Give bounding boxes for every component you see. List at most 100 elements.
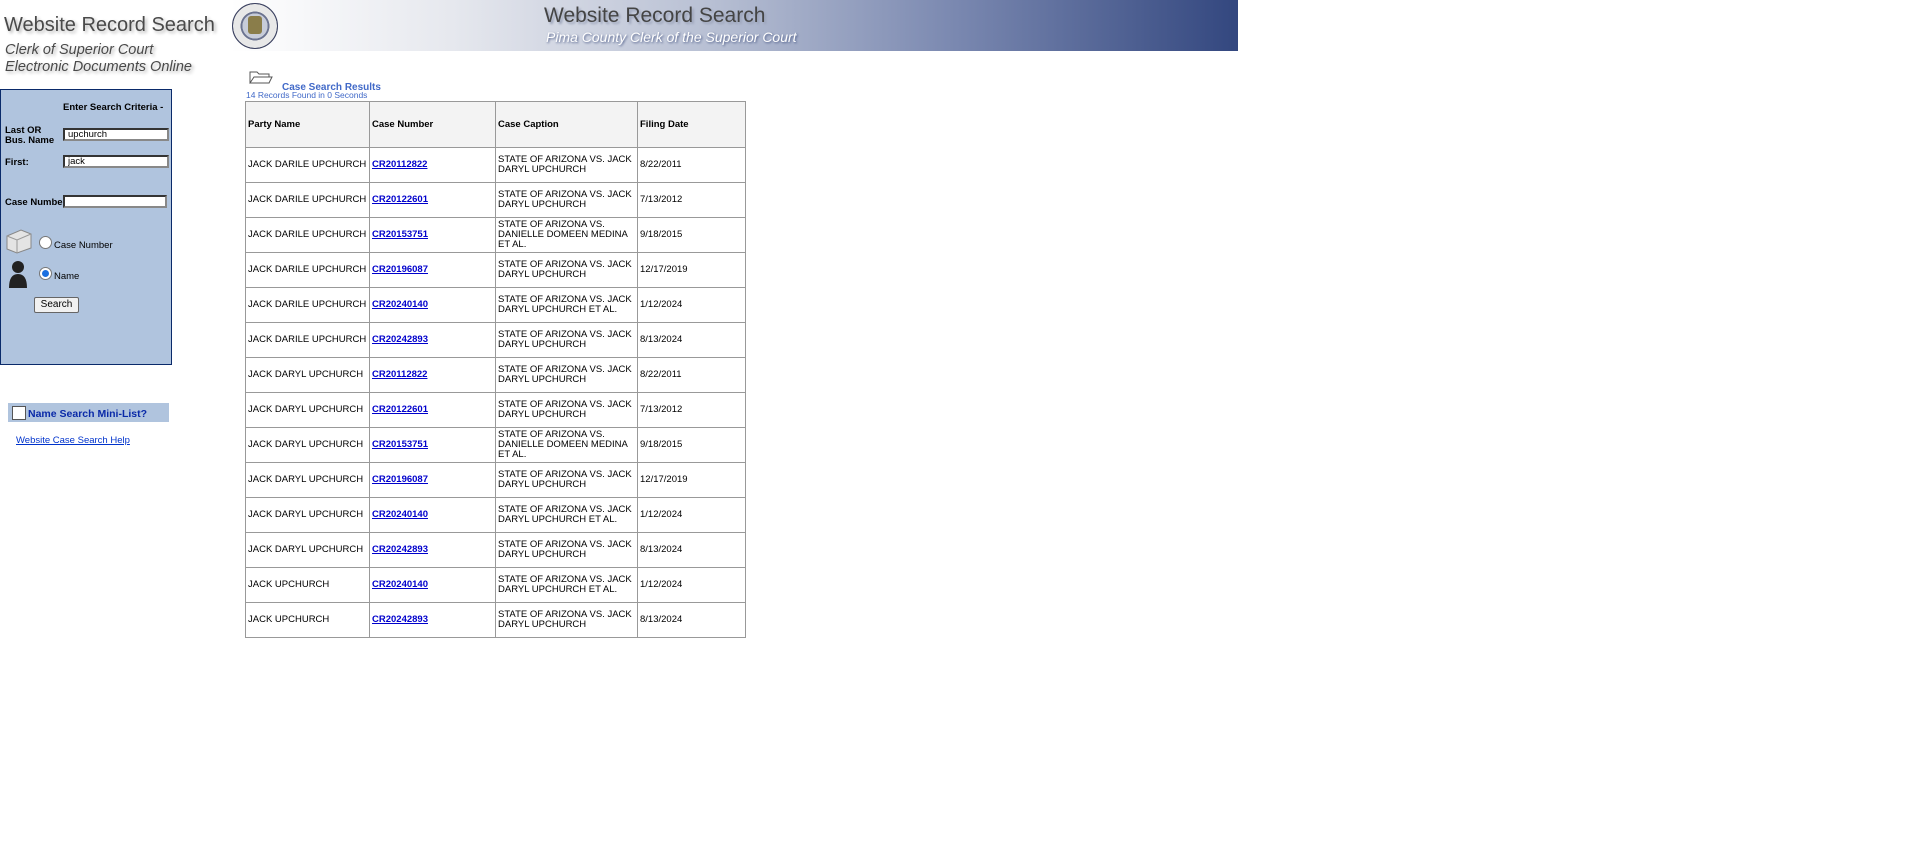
table-row: JACK UPCHURCH CR20242893 STATE OF ARIZONA … [245, 602, 746, 638]
search-panel-heading: Enter Search Criteria - [63, 102, 164, 113]
site-subtitle-edocs: Electronic Documents Online [5, 59, 192, 75]
party-name-cell: JACK DARILE UPCHURCH [245, 252, 370, 288]
filing-date-cell: 9/18/2015 [637, 427, 746, 463]
party-name-cell: JACK DARYL UPCHURCH [245, 357, 370, 393]
court-seal-icon [232, 3, 278, 49]
party-name-cell: JACK DARYL UPCHURCH [245, 462, 370, 498]
col-header-caption: Case Caption [495, 101, 638, 148]
party-name-cell: JACK DARYL UPCHURCH [245, 392, 370, 428]
case-number-cell: CR20153751 [369, 427, 496, 463]
case-number-link[interactable]: CR20122601 [372, 404, 428, 415]
mini-list-label: Name Search Mini-List? [28, 408, 148, 420]
party-name-cell: JACK UPCHURCH [245, 567, 370, 603]
search-panel: Enter Search Criteria - Last OR Bus. Nam… [0, 89, 172, 365]
table-row: JACK DARYL UPCHURCH CR20240140 STATE OF AR… [245, 497, 746, 533]
last-name-input[interactable] [63, 128, 169, 141]
case-number-cell: CR20122601 [369, 182, 496, 218]
case-caption-cell: STATE OF ARIZONA VS. DANIELLE DOMEEN MED… [495, 217, 638, 253]
case-number-link[interactable]: CR20196087 [372, 474, 428, 485]
case-caption-cell: STATE OF ARIZONA VS. JACK DARYL UPCHURCH… [495, 287, 638, 323]
case-number-cell: CR20240140 [369, 497, 496, 533]
case-number-cell: CR20196087 [369, 252, 496, 288]
case-caption-cell: STATE OF ARIZONA VS. JACK DARYL UPCHURCH [495, 602, 638, 638]
col-header-case: Case Number [369, 101, 496, 148]
table-row: JACK DARILE UPCHURCH CR20196087 STATE OF A… [245, 252, 746, 288]
case-caption-cell: STATE OF ARIZONA VS. JACK DARYL UPCHURCH… [495, 567, 638, 603]
filing-date-cell: 8/13/2024 [637, 602, 746, 638]
person-icon [9, 261, 27, 288]
case-number-cell: CR20112822 [369, 147, 496, 183]
table-row: JACK DARYL UPCHURCH CR20122601 STATE OF AR… [245, 392, 746, 428]
case-number-link[interactable]: CR20153751 [372, 439, 428, 450]
results-table: Party Name Case Number Case Caption Fili… [245, 101, 746, 638]
filing-date-cell: 12/17/2019 [637, 252, 746, 288]
party-name-cell: JACK DARILE UPCHURCH [245, 182, 370, 218]
site-title: Website Record Search [4, 14, 215, 36]
case-search-help-link[interactable]: Website Case Search Help [16, 435, 130, 446]
case-number-link[interactable]: CR20242893 [372, 614, 428, 625]
party-name-cell: JACK UPCHURCH [245, 602, 370, 638]
party-name-cell: JACK DARILE UPCHURCH [245, 322, 370, 358]
table-row: JACK DARILE UPCHURCH CR20153751 STATE OF A… [245, 217, 746, 253]
name-search-mini-list[interactable]: Name Search Mini-List? [8, 403, 169, 422]
filing-date-cell: 1/12/2024 [637, 567, 746, 603]
case-number-link[interactable]: CR20112822 [372, 159, 427, 170]
filing-date-cell: 7/13/2012 [637, 182, 746, 218]
party-name-cell: JACK DARILE UPCHURCH [245, 217, 370, 253]
first-name-label: First: [5, 157, 29, 168]
filing-date-cell: 8/22/2011 [637, 147, 746, 183]
party-name-cell: JACK DARYL UPCHURCH [245, 427, 370, 463]
case-number-cell: CR20240140 [369, 567, 496, 603]
case-caption-cell: STATE OF ARIZONA VS. JACK DARYL UPCHURCH [495, 252, 638, 288]
seal-scales [248, 16, 262, 34]
case-caption-cell: STATE OF ARIZONA VS. JACK DARYL UPCHURCH [495, 147, 638, 183]
case-number-cell: CR20122601 [369, 392, 496, 428]
radio-name[interactable] [39, 267, 52, 280]
filing-date-cell: 8/13/2024 [637, 532, 746, 568]
first-name-input[interactable] [63, 155, 169, 168]
filing-date-cell: 7/13/2012 [637, 392, 746, 428]
mini-list-checkbox[interactable] [12, 406, 26, 420]
party-name-cell: JACK DARYL UPCHURCH [245, 497, 370, 533]
search-button[interactable]: Search [34, 297, 79, 313]
party-name-cell: JACK DARYL UPCHURCH [245, 532, 370, 568]
case-number-link[interactable]: CR20242893 [372, 544, 428, 555]
radio-case-number[interactable] [39, 236, 52, 249]
results-count: 14 Records Found in 0 Seconds [246, 90, 368, 100]
folder-icon [6, 229, 32, 254]
open-folder-icon [249, 71, 273, 84]
case-caption-cell: STATE OF ARIZONA VS. JACK DARYL UPCHURCH… [495, 497, 638, 533]
case-number-link[interactable]: CR20153751 [372, 229, 428, 240]
banner-subtitle: Pima County Clerk of the Superior Court [546, 29, 797, 45]
case-number-cell: CR20153751 [369, 217, 496, 253]
case-number-cell: CR20240140 [369, 287, 496, 323]
table-row: JACK DARYL UPCHURCH CR20242893 STATE OF AR… [245, 532, 746, 568]
case-caption-cell: STATE OF ARIZONA VS. DANIELLE DOMEEN MED… [495, 427, 638, 463]
filing-date-cell: 1/12/2024 [637, 287, 746, 323]
case-number-label: Case Number [5, 197, 67, 208]
site-subtitle-clerk: Clerk of Superior Court [5, 42, 154, 58]
table-row: JACK DARYL UPCHURCH CR20196087 STATE OF AR… [245, 462, 746, 498]
party-name-cell: JACK DARILE UPCHURCH [245, 287, 370, 323]
case-number-link[interactable]: CR20122601 [372, 194, 428, 205]
case-number-link[interactable]: CR20196087 [372, 264, 428, 275]
col-header-party: Party Name [245, 101, 370, 148]
filing-date-cell: 1/12/2024 [637, 497, 746, 533]
case-number-link[interactable]: CR20242893 [372, 334, 428, 345]
case-number-link[interactable]: CR20240140 [372, 509, 428, 520]
case-number-link[interactable]: CR20240140 [372, 299, 428, 310]
case-number-cell: CR20242893 [369, 532, 496, 568]
case-number-link[interactable]: CR20112822 [372, 369, 427, 380]
case-caption-cell: STATE OF ARIZONA VS. JACK DARYL UPCHURCH [495, 322, 638, 358]
case-caption-cell: STATE OF ARIZONA VS. JACK DARYL UPCHURCH [495, 357, 638, 393]
table-row: JACK UPCHURCH CR20240140 STATE OF ARIZONA … [245, 567, 746, 603]
radio-name-label: Name [54, 271, 80, 282]
table-row: JACK DARILE UPCHURCH CR20112822 STATE OF A… [245, 147, 746, 183]
table-row: JACK DARYL UPCHURCH CR20112822 STATE OF AR… [245, 357, 746, 393]
table-row: JACK DARYL UPCHURCH CR20153751 STATE OF AR… [245, 427, 746, 463]
case-number-input[interactable] [63, 195, 167, 208]
case-number-cell: CR20242893 [369, 322, 496, 358]
case-number-link[interactable]: CR20240140 [372, 579, 428, 590]
case-caption-cell: STATE OF ARIZONA VS. JACK DARYL UPCHURCH [495, 532, 638, 568]
case-number-cell: CR20242893 [369, 602, 496, 638]
